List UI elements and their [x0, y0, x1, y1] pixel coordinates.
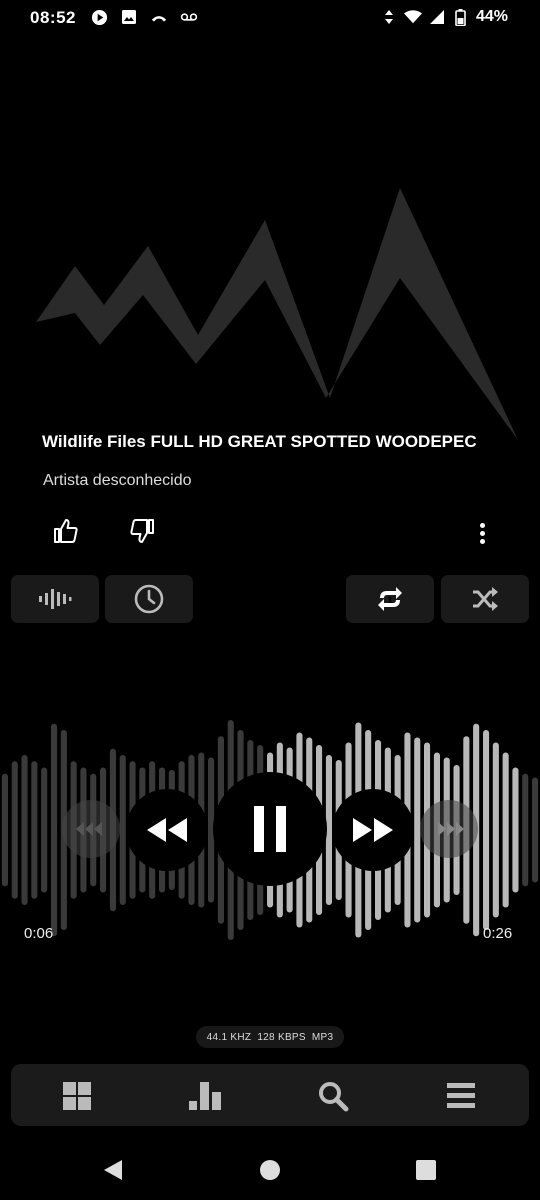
fast-forward-button[interactable]	[332, 789, 414, 871]
status-time: 08:52	[30, 8, 76, 27]
nav-queue-button[interactable]	[443, 1078, 479, 1114]
current-time: 0:06	[24, 925, 54, 942]
waveform-bar	[502, 752, 509, 908]
equalizer-button[interactable]	[11, 575, 99, 623]
nav-library-button[interactable]	[59, 1078, 95, 1114]
rewind-button[interactable]	[126, 789, 208, 871]
album-artwork	[36, 188, 518, 440]
waveform-bar	[1, 773, 8, 887]
track-title: Wildlife Files FULL HD GREAT SPOTTED WOO…	[42, 432, 477, 451]
image-icon	[120, 8, 138, 26]
triple-forward-icon	[438, 822, 464, 836]
sample-rate: 44.1 KHZ	[206, 1031, 252, 1043]
status-left-icons	[90, 8, 198, 26]
thumbs-down-icon	[130, 519, 154, 543]
waveform-bar	[483, 730, 490, 930]
recents-icon[interactable]	[415, 1159, 437, 1181]
waveform-bar	[492, 742, 499, 918]
data-arrows-icon	[380, 8, 398, 26]
skip-forward-far-button[interactable]	[420, 800, 478, 858]
triple-rewind-icon	[76, 822, 102, 836]
back-icon[interactable]	[102, 1158, 124, 1182]
repeat-one-icon: 1	[378, 587, 402, 611]
waveform-bar	[11, 761, 18, 899]
svg-text:1: 1	[387, 596, 393, 605]
system-navigation	[0, 1140, 540, 1200]
sleep-timer-button[interactable]	[105, 575, 193, 623]
like-button[interactable]	[50, 515, 82, 547]
play-circle-icon	[90, 8, 108, 26]
fast-forward-icon	[353, 818, 393, 842]
rewind-icon	[147, 818, 187, 842]
battery-percent: 44%	[475, 8, 508, 25]
waveform-bar	[119, 755, 126, 905]
thumbs-up-icon	[54, 519, 78, 543]
battery-icon	[452, 8, 470, 26]
waveform-bar	[31, 761, 38, 899]
skip-back-far-button[interactable]	[62, 800, 120, 858]
waveform-bar	[21, 755, 28, 905]
total-time: 0:26	[483, 925, 513, 942]
dislike-button[interactable]	[126, 515, 158, 547]
sleep-timer-icon	[134, 584, 164, 614]
waveform-bar	[51, 723, 58, 937]
nav-search-button[interactable]	[315, 1078, 351, 1114]
bitrate: 128 KBPS	[257, 1031, 306, 1043]
waveform-bar	[41, 767, 48, 893]
home-icon[interactable]	[259, 1159, 281, 1181]
shuffle-icon	[473, 587, 498, 611]
track-artist[interactable]: Artista desconhecido	[43, 472, 192, 490]
play-pause-button[interactable]	[213, 772, 327, 886]
search-icon	[319, 1082, 349, 1112]
codec: MP3	[311, 1031, 334, 1043]
library-grid-icon	[63, 1082, 91, 1110]
shuffle-button[interactable]	[441, 575, 529, 623]
wifi-icon	[403, 8, 422, 26]
status-right: 44%	[380, 8, 508, 26]
more-options-button[interactable]	[468, 517, 496, 549]
waveform-bar	[512, 767, 519, 893]
missed-call-icon	[150, 8, 168, 26]
repeat-button[interactable]: 1	[346, 575, 434, 623]
queue-list-icon	[447, 1083, 475, 1108]
waveform-bar	[532, 777, 539, 883]
charts-icon	[189, 1082, 221, 1110]
bottom-navigation	[11, 1064, 529, 1126]
pause-icon	[254, 806, 286, 852]
audio-format-badge: 44.1 KHZ 128 KBPS MP3	[196, 1026, 344, 1048]
voicemail-icon	[180, 8, 198, 26]
signal-icon	[428, 8, 446, 26]
waveform-bar	[522, 773, 529, 887]
equalizer-icon	[39, 589, 72, 609]
nav-charts-button[interactable]	[187, 1078, 223, 1114]
